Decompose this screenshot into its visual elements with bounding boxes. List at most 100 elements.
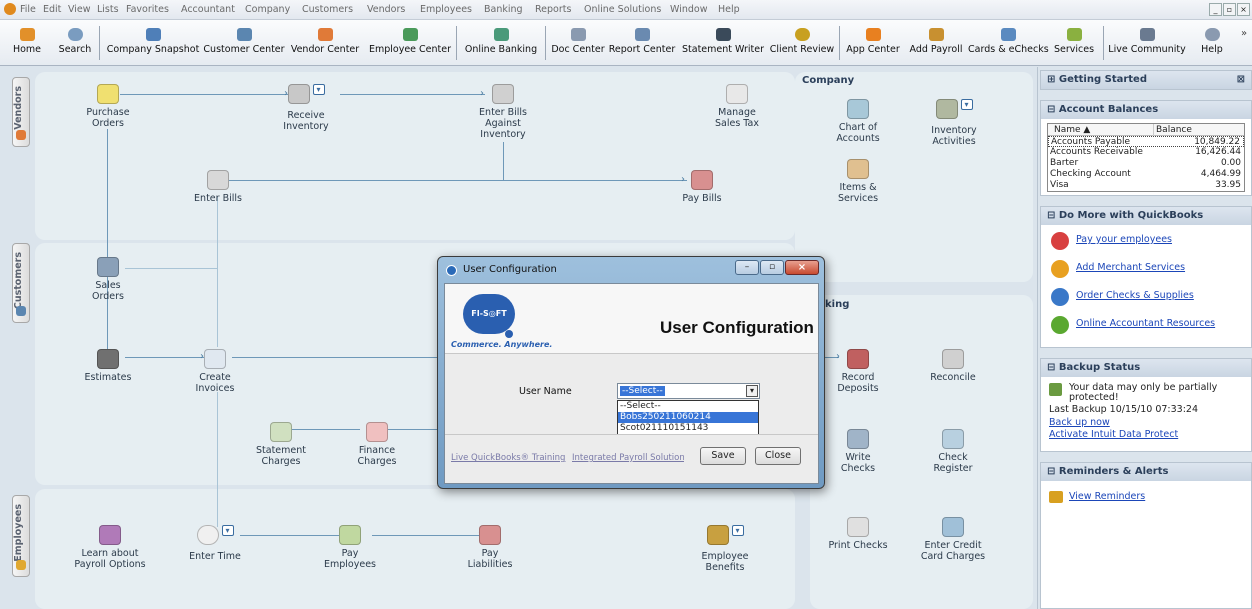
vendor-center-button[interactable]: Vendor Center — [285, 20, 365, 66]
report-center-button[interactable]: Report Center — [608, 20, 676, 66]
manage-sales-tax-node[interactable]: Manage Sales Tax — [712, 84, 762, 129]
menu-edit[interactable]: Edit — [43, 4, 61, 15]
dropdown-option[interactable]: Scot021110151143 — [618, 423, 758, 434]
enter-bills-against-inventory-node[interactable]: Enter Bills Against Inventory — [468, 84, 538, 140]
menu-reports[interactable]: Reports — [535, 4, 571, 15]
employee-benefits-node[interactable]: ▾ Employee Benefits — [690, 525, 760, 573]
search-button[interactable]: Search — [55, 20, 95, 66]
menu-accountant[interactable]: Accountant — [181, 4, 235, 15]
sales-orders-node[interactable]: Sales Orders — [78, 257, 138, 302]
add-merchant-services-link[interactable]: Add Merchant Services — [1076, 262, 1185, 273]
menu-file[interactable]: File — [20, 4, 36, 15]
pay-bills-node[interactable]: Pay Bills — [672, 170, 732, 204]
collapse-icon[interactable]: ⊟ — [1047, 210, 1059, 221]
inventory-activities-node[interactable]: ▾ Inventory Activities — [918, 99, 990, 147]
purchase-orders-node[interactable]: Purchase Orders — [78, 84, 138, 129]
quickbooks-training-link[interactable]: Live QuickBooks® Training — [451, 453, 565, 463]
getting-started-section[interactable]: ⊞ Getting Started ⊠ — [1040, 70, 1252, 90]
customer-center-button[interactable]: Customer Center — [203, 20, 285, 66]
menu-favorites[interactable]: Favorites — [126, 4, 169, 15]
menu-employees[interactable]: Employees — [420, 4, 472, 15]
online-accountant-resources-link[interactable]: Online Accountant Resources — [1076, 318, 1215, 329]
statement-writer-button[interactable]: Statement Writer — [678, 20, 768, 66]
write-checks-node[interactable]: Write Checks — [828, 429, 888, 474]
col-name-header[interactable]: Name ▲ — [1054, 125, 1090, 135]
estimates-node[interactable]: Estimates — [78, 349, 138, 383]
home-button[interactable]: Home — [3, 20, 51, 66]
services-button[interactable]: Services — [1049, 20, 1099, 66]
chart-of-accounts-node[interactable]: Chart of Accounts — [825, 99, 891, 144]
menu-lists[interactable]: Lists — [97, 4, 119, 15]
print-checks-node[interactable]: Print Checks — [828, 517, 888, 551]
collapse-icon[interactable]: ⊟ — [1047, 104, 1059, 115]
pay-employees-node[interactable]: Pay Employees — [320, 525, 380, 570]
collapse-icon[interactable]: ⊟ — [1047, 362, 1059, 373]
user-name-select[interactable]: --Select-- ▾ — [617, 383, 760, 399]
doc-center-button[interactable]: Doc Center — [548, 20, 608, 66]
dialog-close-x-button[interactable]: × — [785, 260, 819, 275]
tab-employees[interactable]: Employees — [12, 495, 30, 577]
app-center-button[interactable]: App Center — [843, 20, 903, 66]
menu-help[interactable]: Help — [718, 4, 740, 15]
menu-view[interactable]: View — [68, 4, 91, 15]
toolbar-overflow-button[interactable]: » — [1241, 28, 1247, 39]
chevron-down-icon[interactable]: ▾ — [731, 525, 744, 536]
table-row[interactable]: Barter 0.00 — [1048, 158, 1244, 169]
chevron-down-icon[interactable]: ▾ — [746, 385, 758, 397]
table-row[interactable]: Visa 33.95 — [1048, 180, 1244, 191]
help-button[interactable]: Help — [1192, 20, 1232, 66]
enter-time-node[interactable]: ▾ Enter Time — [185, 525, 245, 562]
company-snapshot-button[interactable]: Company Snapshot — [103, 20, 203, 66]
record-deposits-node[interactable]: Record Deposits — [828, 349, 888, 394]
close-window-button[interactable]: × — [1237, 3, 1250, 16]
cards-echecks-button[interactable]: Cards & eChecks — [968, 20, 1049, 66]
tab-customers[interactable]: Customers — [12, 243, 30, 323]
pay-liabilities-node[interactable]: Pay Liabilities — [460, 525, 520, 570]
restore-button[interactable]: ▫ — [1223, 3, 1236, 16]
statement-charges-node[interactable]: Statement Charges — [246, 422, 316, 467]
reconcile-node[interactable]: Reconcile — [923, 349, 983, 383]
menu-vendors[interactable]: Vendors — [367, 4, 405, 15]
employee-center-button[interactable]: Employee Center — [366, 20, 454, 66]
minimize-button[interactable]: _ — [1209, 3, 1222, 16]
table-row[interactable]: Accounts Receivable 16,426.44 — [1048, 147, 1244, 158]
table-row[interactable]: Accounts Payable 10,849.22 — [1048, 136, 1244, 147]
back-up-now-link[interactable]: Back up now — [1049, 417, 1110, 428]
enter-credit-card-charges-node[interactable]: Enter Credit Card Charges — [915, 517, 991, 562]
dialog-maximize-button[interactable]: ▫ — [760, 260, 784, 275]
chevron-down-icon[interactable]: ▾ — [312, 84, 325, 95]
activate-data-protect-link[interactable]: Activate Intuit Data Protect — [1049, 429, 1178, 440]
table-row[interactable]: Checking Account 4,464.99 — [1048, 169, 1244, 180]
menu-online-solutions[interactable]: Online Solutions — [584, 4, 661, 15]
pay-employees-link[interactable]: Pay your employees — [1076, 234, 1172, 245]
menu-company[interactable]: Company — [245, 4, 290, 15]
chevron-down-icon[interactable]: ▾ — [960, 99, 973, 110]
online-banking-button[interactable]: Online Banking — [459, 20, 543, 66]
add-payroll-button[interactable]: Add Payroll — [905, 20, 967, 66]
menu-banking[interactable]: Banking — [484, 4, 523, 15]
dialog-minimize-button[interactable]: – — [735, 260, 759, 275]
menu-customers[interactable]: Customers — [302, 4, 353, 15]
col-balance-header[interactable]: Balance — [1156, 125, 1192, 135]
close-button[interactable]: Close — [755, 447, 801, 465]
menu-window[interactable]: Window — [670, 4, 707, 15]
chevron-down-icon[interactable]: ▾ — [221, 525, 234, 536]
collapse-icon[interactable]: ⊟ — [1047, 466, 1059, 477]
integrated-payroll-link[interactable]: Integrated Payroll Solutions — [572, 453, 684, 463]
dropdown-option[interactable]: --Select-- — [618, 401, 758, 412]
items-services-node[interactable]: Items & Services — [828, 159, 888, 204]
enter-bills-node[interactable]: Enter Bills — [188, 170, 248, 204]
client-review-button[interactable]: Client Review — [768, 20, 836, 66]
dropdown-option[interactable]: Bobs250211060214 — [618, 412, 758, 423]
tab-vendors[interactable]: Vendors — [12, 77, 30, 147]
view-reminders-link[interactable]: View Reminders — [1069, 491, 1145, 502]
receive-inventory-node[interactable]: ▾ Receive Inventory — [266, 84, 346, 132]
finance-charges-node[interactable]: Finance Charges — [342, 422, 412, 467]
live-community-button[interactable]: Live Community — [1107, 20, 1187, 66]
close-icon[interactable]: ⊠ — [1237, 74, 1245, 85]
save-button[interactable]: Save — [700, 447, 746, 465]
check-register-node[interactable]: Check Register — [923, 429, 983, 474]
create-invoices-node[interactable]: Create Invoices — [185, 349, 245, 394]
learn-payroll-node[interactable]: Learn about Payroll Options — [70, 525, 150, 570]
order-checks-link[interactable]: Order Checks & Supplies — [1076, 290, 1194, 301]
